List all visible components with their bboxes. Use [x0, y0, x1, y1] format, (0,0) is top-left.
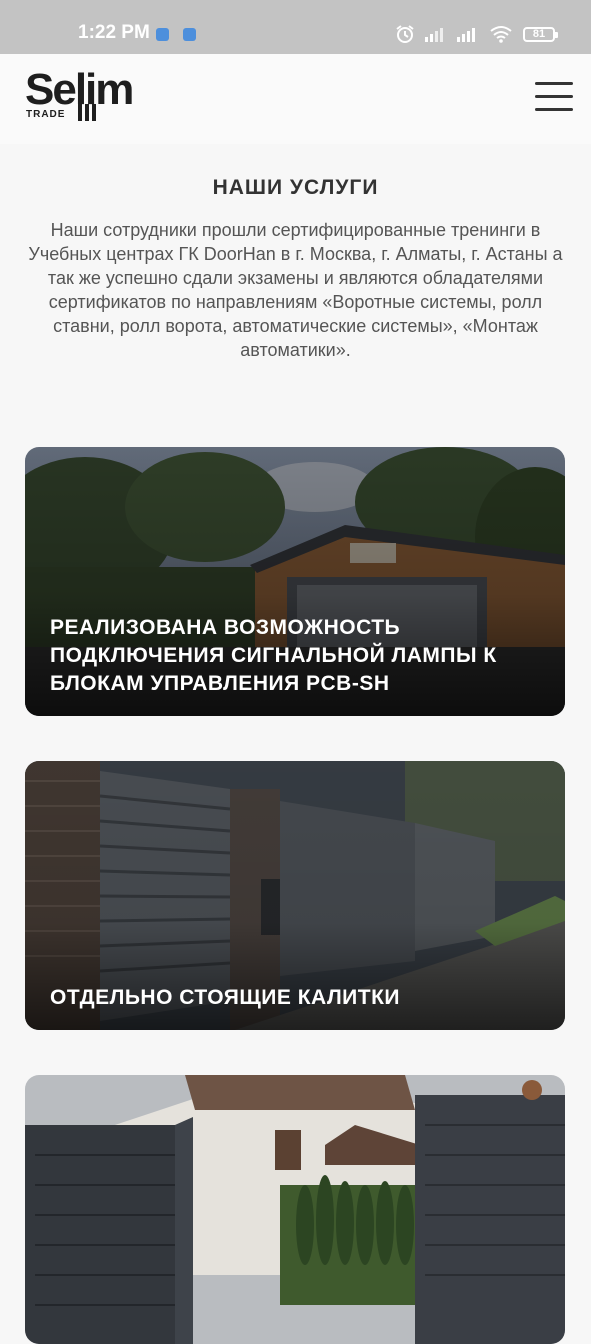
status-time: 1:22 PM	[78, 22, 150, 43]
word-notification-icon	[156, 28, 169, 41]
swing-gates-photo	[25, 1075, 565, 1344]
signal-icon	[425, 28, 443, 42]
card-title: РЕАЛИЗОВАНА ВОЗМОЖНОСТЬ ПОДКЛЮЧЕНИЯ СИГН…	[50, 616, 497, 695]
card-title: ОТДЕЛЬНО СТОЯЩИЕ КАЛИТКИ	[50, 986, 401, 1009]
site-header: Selim TRADE	[0, 54, 591, 144]
hamburger-menu-icon[interactable]	[535, 82, 575, 112]
signal-icon	[457, 28, 475, 42]
status-bar: 1:22 PM 81	[0, 0, 591, 54]
word-notification-icon	[183, 28, 196, 41]
section-title: НАШИ УСЛУГИ	[212, 176, 379, 199]
logo-subtitle: TRADE	[26, 109, 66, 120]
wifi-icon	[490, 26, 512, 43]
battery-icon: 81	[523, 26, 558, 42]
service-card-swing-gates[interactable]	[25, 1075, 565, 1344]
selim-trade-logo[interactable]: Selim TRADE	[25, 66, 145, 126]
alarm-icon	[396, 25, 414, 43]
service-card-gates[interactable]: ОТДЕЛЬНО СТОЯЩИЕ КАЛИТКИ	[25, 761, 565, 1030]
service-card-signal-lamp[interactable]: РЕАЛИЗОВАНА ВОЗМОЖНОСТЬ ПОДКЛЮЧЕНИЯ СИГН…	[25, 447, 565, 716]
intro-text: Наши сотрудники прошли сертифицированные…	[28, 220, 563, 360]
logo-bars	[78, 104, 96, 121]
status-icons: 81	[395, 22, 558, 46]
